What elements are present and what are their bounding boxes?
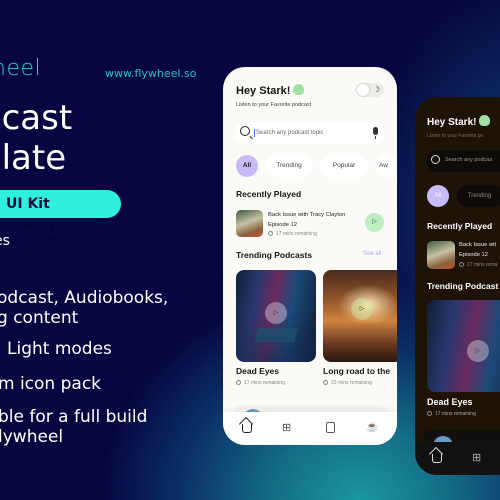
feature-text: Light modes xyxy=(7,339,112,359)
remaining-text: 17 mins remaining xyxy=(435,411,476,417)
category-chips: All Trending Popular Aw xyxy=(236,155,397,177)
card-remaining: 17 mins remaining xyxy=(427,411,476,417)
add-grid-icon[interactable]: ⊞ xyxy=(472,451,486,465)
ui-kit-badge: UI Kit template xyxy=(0,190,121,240)
home-icon[interactable] xyxy=(432,454,442,463)
chip-trending[interactable]: Trending xyxy=(457,185,500,207)
clock-icon xyxy=(323,380,328,385)
search-icon xyxy=(431,155,440,164)
remaining-text: 17 mins rema xyxy=(467,262,498,268)
remaining-time: 17 mins rema xyxy=(459,262,497,268)
card-title: Long road to the xyxy=(323,366,391,376)
hero-line-1: dcast xyxy=(0,98,73,138)
play-icon[interactable]: ▷ xyxy=(265,302,287,324)
toggle-knob xyxy=(357,84,369,96)
search-input[interactable]: Search any podcas xyxy=(445,157,492,163)
search-bar[interactable]: Search any podcas xyxy=(427,150,500,172)
podcast-thumbnail xyxy=(236,210,263,237)
waving-hand-icon xyxy=(293,84,305,95)
remaining-time: 17 mins remaining xyxy=(268,231,317,237)
search-icon xyxy=(240,126,250,136)
card-title: Dead Eyes xyxy=(236,366,279,376)
episode-show: Back Issue wit xyxy=(459,242,497,248)
recent-item-title: Back Issue with Tracy Clayton Episode 12 xyxy=(268,210,345,230)
card-remaining: 23 mins remaining xyxy=(323,380,372,386)
podcast-card-dead-eyes[interactable]: ▷ xyxy=(236,270,316,362)
hero-title: dcast plate xyxy=(0,98,72,178)
remaining-text: 23 mins remaining xyxy=(331,380,372,386)
home-icon[interactable] xyxy=(242,424,252,433)
mic-icon[interactable] xyxy=(373,127,378,139)
moon-icon: ☽ xyxy=(372,85,380,94)
greeting-text: Hey Stark! xyxy=(427,117,477,128)
clock-icon xyxy=(236,380,241,385)
theme-toggle[interactable]: ☽ xyxy=(356,83,384,97)
feature-item: odcast, Audiobooks, g content xyxy=(0,288,168,328)
website-link[interactable]: www.flywheel.so xyxy=(105,67,196,80)
chip-popular[interactable]: Popular xyxy=(320,155,368,177)
clock-icon xyxy=(459,262,464,267)
card-title: Dead Eyes xyxy=(427,397,473,407)
play-icon[interactable]: ▷ xyxy=(351,298,373,320)
greeting: Hey Stark! xyxy=(236,84,305,97)
light-mode-phone: Hey Stark! Listen to your Favorite podca… xyxy=(223,67,397,445)
add-grid-icon[interactable]: ⊞ xyxy=(282,421,296,435)
bookmark-icon[interactable] xyxy=(326,422,335,433)
greeting-subtitle: Listen to your Favorite podcast xyxy=(236,102,312,108)
features-heading: es xyxy=(0,233,10,249)
greeting-subtitle: Listen to your Favorite po xyxy=(427,133,484,139)
recently-played-title: Recently Played xyxy=(236,189,302,199)
trending-title: Trending Podcasts xyxy=(236,250,313,260)
card-remaining: 17 mins remaining xyxy=(236,380,285,386)
episode-show: Back Issue with Tracy Clayton xyxy=(268,212,346,218)
bottom-tab-bar: ⊞ ☕ xyxy=(223,412,397,445)
search-input[interactable]: Search any podcast topic xyxy=(254,129,323,137)
remaining-text: 17 mins remaining xyxy=(276,231,317,237)
recently-played-title: Recently Played xyxy=(427,221,493,231)
episode-number: Episode 12 xyxy=(459,252,489,258)
search-bar[interactable]: Search any podcast topic xyxy=(236,122,384,144)
episode-number: Episode 12 xyxy=(268,222,298,228)
feature-item: ble for a full build lywheel xyxy=(0,407,147,447)
clock-icon xyxy=(427,411,432,416)
podcast-thumbnail xyxy=(427,241,455,269)
podcast-card-long-road[interactable]: ▷ xyxy=(323,270,397,362)
greeting: Hey Stark! xyxy=(427,115,491,128)
play-button[interactable]: ▷ xyxy=(365,213,384,232)
cup-icon[interactable]: ☕ xyxy=(366,421,380,435)
feature-item: m icon pack xyxy=(0,374,101,394)
feature-text: ble for a full build xyxy=(0,407,148,427)
chip-trending[interactable]: Trending xyxy=(265,155,313,177)
brand-logo-text: heel xyxy=(0,56,42,81)
see-all-link[interactable]: See all xyxy=(363,251,381,257)
feature-text: g content xyxy=(0,308,79,328)
recent-item[interactable]: Back Issue with Tracy Clayton Episode 12… xyxy=(236,210,384,240)
play-icon[interactable]: ▷ xyxy=(467,340,489,362)
bottom-tab-bar: ⊞ xyxy=(415,442,500,475)
recent-item-title: Back Issue wit Episode 12 xyxy=(459,240,496,260)
chip-awards[interactable]: Aw xyxy=(375,155,397,177)
chip-all[interactable]: All xyxy=(427,185,449,207)
remaining-text: 17 mins remaining xyxy=(244,380,285,386)
feature-item: Light modes xyxy=(7,339,112,359)
feature-text: m icon pack xyxy=(0,374,102,394)
hero-line-2: plate xyxy=(0,138,67,178)
trending-title: Trending Podcast xyxy=(427,281,499,291)
greeting-text: Hey Stark! xyxy=(236,85,291,97)
clock-icon xyxy=(268,231,273,236)
podcast-card-dead-eyes[interactable]: ▷ xyxy=(427,300,500,392)
dark-mode-phone: Hey Stark! Listen to your Favorite po Se… xyxy=(415,97,500,475)
feature-text: lywheel xyxy=(0,427,64,447)
chip-all[interactable]: All xyxy=(236,155,258,177)
feature-text: odcast, Audiobooks, xyxy=(0,288,169,308)
waving-hand-icon xyxy=(479,115,491,126)
